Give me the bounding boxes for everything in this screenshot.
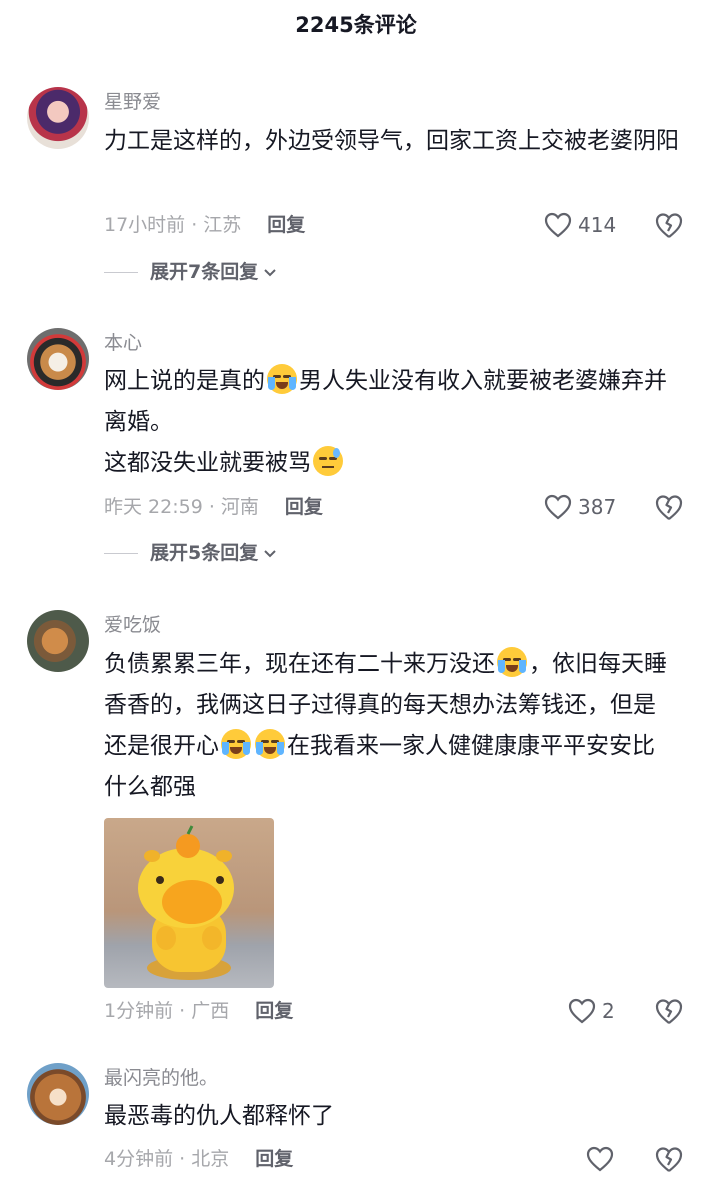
chevron-down-icon — [264, 550, 276, 558]
like-button[interactable]: 414 — [544, 210, 616, 240]
broken-heart-icon[interactable] — [654, 1144, 684, 1174]
broken-heart-icon[interactable] — [654, 210, 684, 240]
comment-text: 最恶毒的仇人都释怀了 — [104, 1103, 334, 1129]
reply-button[interactable]: 回复 — [267, 214, 305, 236]
divider — [104, 552, 138, 554]
broken-heart-icon[interactable] — [654, 492, 684, 522]
comment-time-location: 1分钟前 · 广西 — [104, 1000, 230, 1022]
expand-replies-label: 展开7条回复 — [150, 261, 259, 283]
avatar[interactable] — [27, 610, 89, 672]
like-count: 414 — [578, 213, 617, 237]
sweat-emoji — [313, 446, 343, 476]
crying-laughing-emoji — [221, 729, 251, 759]
comment-meta: 1分钟前 · 广西 回复 — [104, 998, 293, 1024]
heart-icon — [544, 494, 572, 520]
like-button[interactable]: 2 — [568, 996, 615, 1026]
heart-icon — [586, 1146, 614, 1172]
like-button[interactable]: 387 — [544, 492, 616, 522]
like-count: 2 — [602, 999, 615, 1023]
avatar[interactable] — [27, 87, 89, 149]
comment-text: 力工是这样的，外边受领导气，回家工资上交被老婆阴阳 — [104, 128, 679, 154]
crying-laughing-emoji — [255, 729, 285, 759]
avatar[interactable] — [27, 1063, 89, 1125]
sticker-image[interactable] — [104, 818, 274, 988]
expand-replies-button[interactable]: 展开5条回复 — [104, 540, 278, 566]
comment-time-location: 4分钟前 · 北京 — [104, 1148, 230, 1170]
avatar[interactable] — [27, 328, 89, 390]
comment-count-title: 2245条评论 — [295, 13, 417, 37]
reply-button[interactable]: 回复 — [255, 1000, 293, 1022]
comment-meta: 17小时前 · 江苏 回复 — [104, 212, 305, 238]
heart-icon — [544, 212, 572, 238]
chevron-down-icon — [264, 269, 276, 277]
divider — [104, 271, 138, 273]
reply-button[interactable]: 回复 — [255, 1148, 293, 1170]
like-button[interactable] — [586, 1144, 620, 1174]
comment-username[interactable]: 星野爱 — [104, 90, 161, 114]
expand-replies-button[interactable]: 展开7条回复 — [104, 259, 278, 285]
crying-laughing-emoji — [267, 364, 297, 394]
cartoon-capybara-sticker — [138, 825, 234, 980]
comment-time-location: 17小时前 · 江苏 — [104, 214, 242, 236]
heart-icon — [568, 998, 596, 1024]
comment-text: 负债累累三年，现在还有二十来万没还 ，依旧每天睡香香的，我俩这日子过得真的每天想办… — [104, 644, 676, 808]
reply-button[interactable]: 回复 — [285, 496, 323, 518]
comment-username[interactable]: 最闪亮的他。 — [104, 1066, 218, 1090]
comment-meta: 昨天 22:59 · 河南 回复 — [104, 494, 323, 520]
comment-username[interactable]: 本心 — [104, 331, 142, 355]
comment-time-location: 昨天 22:59 · 河南 — [104, 496, 259, 518]
crying-laughing-emoji — [497, 647, 527, 677]
comment-text: 网上说的是真的 男人失业没有收入就要被老婆嫌弃并离婚。 这都没失业就要被骂 — [104, 361, 669, 484]
like-count: 387 — [578, 495, 617, 519]
comment-username[interactable]: 爱吃饭 — [104, 613, 161, 637]
broken-heart-icon[interactable] — [654, 996, 684, 1026]
comment-meta: 4分钟前 · 北京 回复 — [104, 1146, 293, 1172]
expand-replies-label: 展开5条回复 — [150, 542, 259, 564]
